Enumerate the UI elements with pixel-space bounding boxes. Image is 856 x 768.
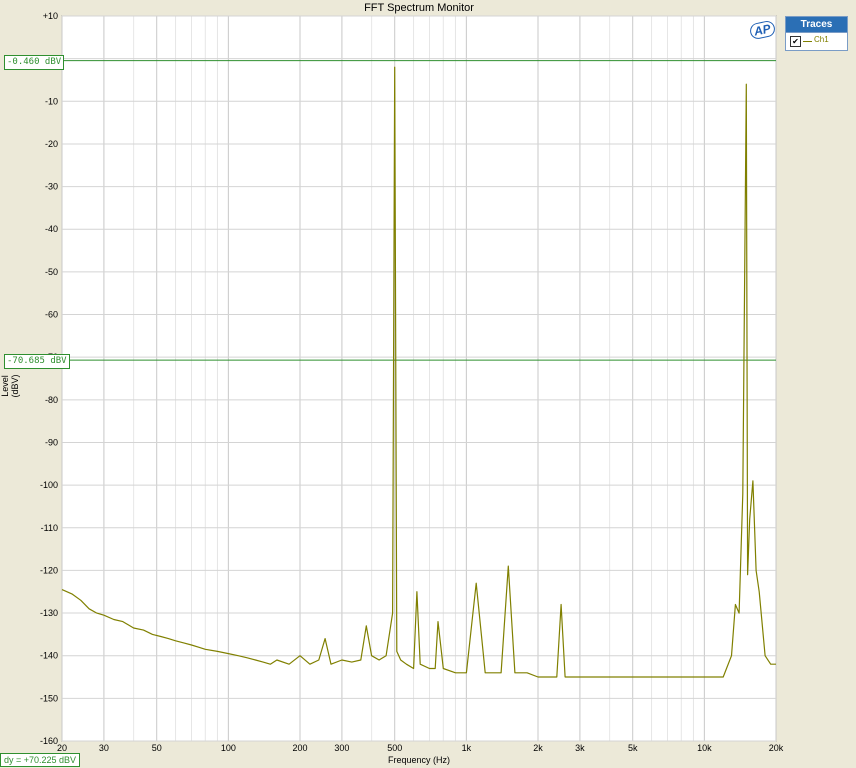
y-tick-label: -130 xyxy=(40,608,58,618)
x-tick-label: 100 xyxy=(221,743,236,753)
y-tick-label: -80 xyxy=(45,395,58,405)
y-tick-label: -110 xyxy=(41,523,58,533)
x-tick-label: 2k xyxy=(533,743,543,753)
y-tick-label: -150 xyxy=(40,693,58,703)
y-tick-label: -50 xyxy=(45,267,58,277)
minor-gridlines xyxy=(133,16,694,741)
checkbox-checked-icon[interactable]: ✔ xyxy=(790,36,801,47)
x-tick-label: 3k xyxy=(575,743,585,753)
y-tick-label: -140 xyxy=(40,651,58,661)
x-tick-label: 500 xyxy=(387,743,402,753)
x-tick-label: 10k xyxy=(697,743,712,753)
y-axis-label: Level (dBV) xyxy=(0,374,20,398)
cursor-upper-readout[interactable]: -0.460 dBV xyxy=(4,55,65,70)
plot-svg[interactable]: 2030501002003005001k2k3k5k10k20k +100-10… xyxy=(0,0,856,768)
x-tick-label: 300 xyxy=(334,743,349,753)
dy-readout: dy = +70.225 dBV xyxy=(0,753,81,767)
traces-legend[interactable]: Traces ✔ Ch1 xyxy=(785,16,848,51)
x-tick-label: 30 xyxy=(99,743,109,753)
x-tick-label: 20 xyxy=(57,743,67,753)
x-tick-label: 1k xyxy=(462,743,472,753)
x-tick-labels: 20 30 50 100 200 300 500 1k 2k 3k 5k 10k 20k xyxy=(57,743,784,753)
y-tick-label: -40 xyxy=(45,224,58,234)
legend-header: Traces xyxy=(786,17,847,33)
y-tick-label: -20 xyxy=(45,139,58,149)
legend-item-label: Ch1 xyxy=(814,35,829,44)
y-tick-label: -90 xyxy=(45,437,58,447)
y-tick-label: -60 xyxy=(45,310,58,320)
y-tick-label: +10 xyxy=(43,11,58,21)
x-tick-label: 5k xyxy=(628,743,638,753)
x-tick-label: 20k xyxy=(769,743,784,753)
y-tick-label: -30 xyxy=(45,182,58,192)
legend-item-ch1[interactable]: ✔ Ch1 xyxy=(786,33,847,49)
y-tick-label: -120 xyxy=(40,565,58,575)
y-tick-labels: +100-10-20-30-40-50-60-70-80-90-100-110-… xyxy=(40,11,58,746)
x-tick-label: 50 xyxy=(152,743,162,753)
fft-spectrum-window: FFT Spectrum Monitor 20 30 50 100 200 300 500 1… xyxy=(0,0,856,768)
x-axis-label: Frequency (Hz) xyxy=(387,755,450,765)
x-tick-label: 200 xyxy=(292,743,307,753)
y-tick-label: -100 xyxy=(40,480,58,490)
legend-line-swatch xyxy=(803,41,812,42)
y-tick-label: -10 xyxy=(45,96,58,106)
y-tick-label: -160 xyxy=(40,736,58,746)
